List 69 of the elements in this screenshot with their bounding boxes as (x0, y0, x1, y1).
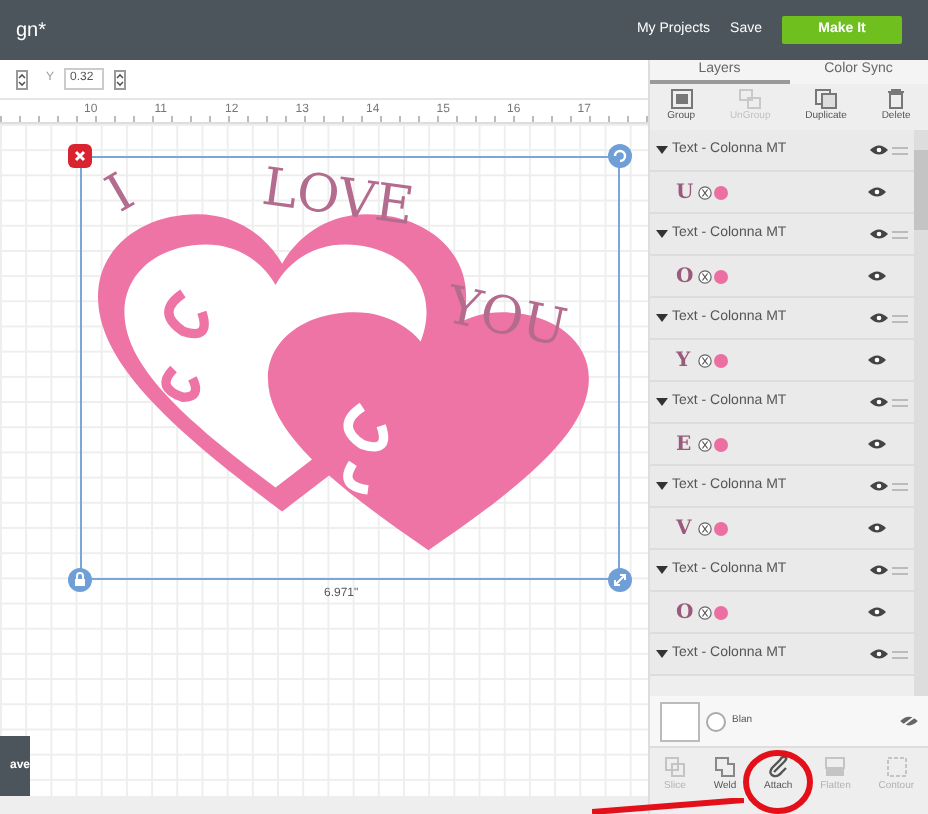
drag-handle-icon[interactable] (892, 229, 908, 239)
caret-icon[interactable] (656, 398, 668, 406)
cut-icon (698, 521, 712, 535)
spinner-icon[interactable] (16, 69, 28, 89)
layer-row[interactable]: O (650, 592, 914, 634)
layer-row[interactable]: V (650, 508, 914, 550)
layer-row[interactable]: Y (650, 340, 914, 382)
duplicate-icon (814, 88, 839, 111)
contour-icon (885, 756, 908, 779)
eye-icon[interactable] (870, 480, 888, 492)
layer-row[interactable]: O (650, 256, 914, 298)
eye-icon[interactable] (870, 564, 888, 576)
eye-icon[interactable] (868, 606, 886, 618)
hidden-eye-icon[interactable] (900, 714, 918, 728)
caret-icon[interactable] (656, 566, 668, 574)
slice-icon (663, 756, 686, 779)
eye-icon[interactable] (870, 312, 888, 324)
drag-handle-icon[interactable] (892, 649, 908, 659)
letter-thumbnail: O (676, 599, 696, 627)
cut-icon (698, 353, 712, 367)
caret-icon[interactable] (656, 230, 668, 238)
word-art-text: LOVE (258, 159, 417, 237)
eye-icon[interactable] (870, 144, 888, 156)
resize-icon[interactable] (608, 568, 632, 592)
flatten-icon (824, 756, 847, 779)
eye-icon[interactable] (870, 396, 888, 408)
eye-icon[interactable] (870, 648, 888, 660)
project-title: gn* (16, 17, 47, 45)
word-art-text: YOU (441, 278, 572, 358)
eye-icon[interactable] (868, 186, 886, 198)
scrollbar[interactable] (914, 130, 928, 696)
rotate-icon[interactable] (608, 144, 632, 168)
paperclip-icon (767, 756, 790, 779)
weld-icon (713, 756, 736, 779)
letter-thumbnail: U (676, 179, 696, 207)
ungroup-icon (738, 88, 763, 111)
caret-icon[interactable] (656, 314, 668, 322)
caret-icon[interactable] (656, 146, 668, 154)
spinner-icon[interactable] (114, 69, 127, 89)
lock-icon[interactable] (68, 568, 92, 592)
word-art-text: I (97, 164, 144, 224)
drag-handle-icon[interactable] (892, 481, 908, 491)
caret-icon[interactable] (656, 482, 668, 490)
caret-icon[interactable] (656, 650, 668, 658)
eye-icon[interactable] (868, 270, 886, 282)
cut-icon (698, 437, 712, 451)
cut-icon (698, 185, 712, 199)
selection-box[interactable]: I LOVE YOU (80, 156, 620, 580)
eye-icon[interactable] (868, 354, 886, 366)
drag-handle-icon[interactable] (892, 565, 908, 575)
letter-thumbnail: Y (676, 347, 693, 375)
layer-row[interactable]: E (650, 424, 914, 466)
close-icon[interactable] (68, 144, 92, 168)
drag-handle-icon[interactable] (892, 145, 908, 155)
letter-thumbnail: O (676, 263, 696, 291)
eye-icon[interactable] (868, 522, 886, 534)
letter-thumbnail: V (676, 515, 694, 543)
circle-annotation (742, 748, 814, 814)
drag-handle-icon[interactable] (892, 397, 908, 407)
cut-icon (698, 605, 712, 619)
drag-handle-icon[interactable] (892, 313, 908, 323)
letter-thumbnail: E (676, 431, 694, 459)
eye-icon[interactable] (870, 228, 888, 240)
cut-icon (698, 269, 712, 283)
canvas-swatch[interactable] (660, 701, 700, 741)
eye-icon[interactable] (868, 438, 886, 450)
trash-icon (886, 88, 907, 111)
layer-row[interactable]: U (650, 172, 914, 214)
group-icon (669, 88, 694, 111)
